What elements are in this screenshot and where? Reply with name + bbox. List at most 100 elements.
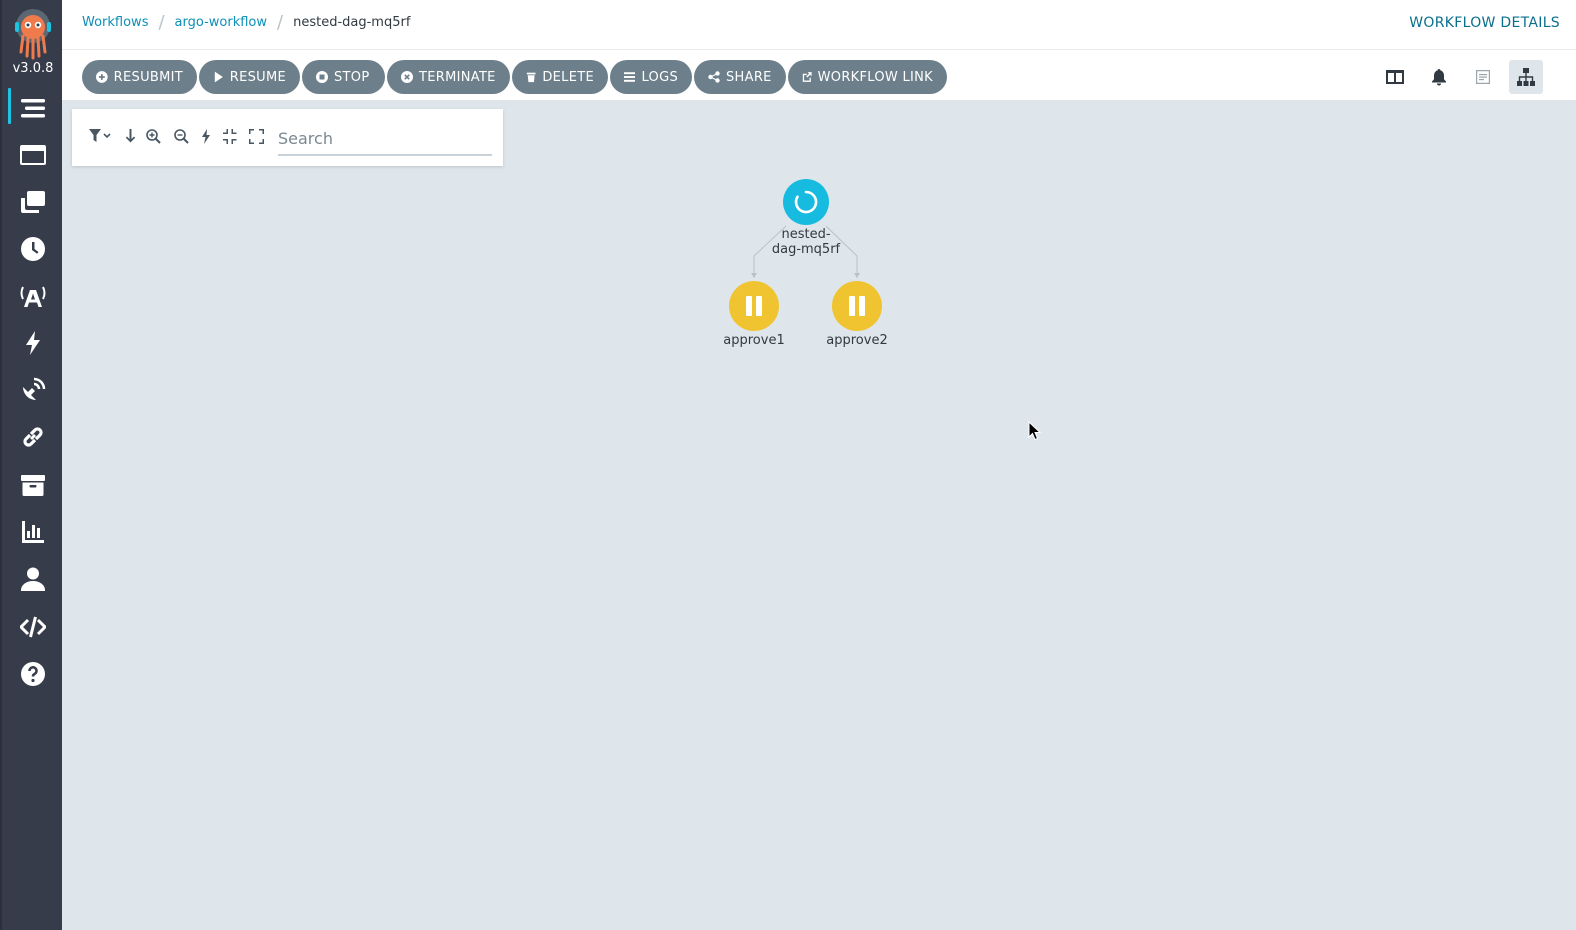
fast-render-button[interactable] <box>197 127 215 145</box>
logs-label: LOGS <box>641 69 678 85</box>
sidebar-item-reports[interactable] <box>2 510 64 554</box>
node-approve1-label: approve1 <box>723 333 785 348</box>
edge-arrow <box>854 273 860 278</box>
spinner-icon <box>794 190 818 214</box>
filter-dropdown-button[interactable] <box>89 127 115 145</box>
columns-view-button[interactable] <box>1378 60 1412 94</box>
events-view-button[interactable] <box>1422 60 1456 94</box>
pause-icon <box>746 296 762 316</box>
sidebar-item-user[interactable] <box>2 557 64 601</box>
summary-view-button[interactable] <box>1466 60 1500 94</box>
filter-icon <box>89 128 111 142</box>
sidebar-item-api-docs[interactable] <box>2 605 64 649</box>
node-root-label-line2: dag-mq5rf <box>771 242 841 257</box>
sidebar-item-sensors[interactable] <box>2 321 64 365</box>
node-root-label: nested- dag-mq5rf <box>756 227 856 257</box>
sidebar-item-archived-workflows[interactable] <box>2 463 64 507</box>
question-circle-icon <box>21 662 45 686</box>
bars-icon <box>624 72 636 82</box>
times-circle-icon <box>401 71 413 83</box>
breadcrumb-current: nested-dag-mq5rf <box>293 15 411 30</box>
link-icon <box>23 427 43 447</box>
stop-circle-icon <box>316 71 328 83</box>
columns-icon <box>1386 70 1404 84</box>
share-alt-icon <box>708 71 720 83</box>
workflow-link-label: WORKFLOW LINK <box>817 69 933 85</box>
sidebar-item-workflows[interactable] <box>2 86 64 130</box>
graph-view-button[interactable] <box>1509 60 1543 94</box>
mouse-cursor-icon <box>1028 421 1042 441</box>
pause-icon <box>849 296 865 316</box>
sitemap-icon <box>1517 68 1535 86</box>
terminate-label: TERMINATE <box>419 69 496 85</box>
node-approve2-label: approve2 <box>826 333 888 348</box>
workflow-link-button[interactable]: WORKFLOW LINK <box>788 60 947 94</box>
delete-button[interactable]: DELETE <box>512 60 608 94</box>
sidebar-item-event-flow[interactable] <box>2 368 64 412</box>
expand-button[interactable] <box>247 127 265 145</box>
action-toolbar: RESUBMIT RESUME STOP TERMINATE DELETE LO… <box>62 50 1576 100</box>
stop-button[interactable]: STOP <box>302 60 385 94</box>
workflow-graph[interactable]: nested- dag-mq5rf approve1 approve2 <box>62 100 1576 930</box>
summary-icon <box>1476 70 1490 84</box>
top-bar: Workflows / argo-workflow / nested-dag-m… <box>62 0 1576 50</box>
zoom-in-button[interactable] <box>144 127 162 145</box>
chart-bar-icon <box>22 521 44 543</box>
edge-arrow <box>751 273 757 278</box>
satellite-dish-icon <box>23 377 46 400</box>
node-approve2[interactable] <box>832 281 882 331</box>
sidebar-item-event-sources[interactable] <box>2 274 64 318</box>
code-icon <box>20 616 46 638</box>
trash-icon <box>526 72 536 83</box>
collapse-button[interactable] <box>221 127 239 145</box>
bolt-icon <box>26 331 40 355</box>
stream-icon <box>21 99 45 118</box>
delete-label: DELETE <box>542 69 594 85</box>
clock-icon <box>21 237 45 261</box>
graph-search-input[interactable] <box>278 123 492 156</box>
resume-button[interactable]: RESUME <box>199 60 300 94</box>
breadcrumb-namespace[interactable]: argo-workflow <box>175 15 267 30</box>
breadcrumb-separator: / <box>277 11 284 33</box>
sidebar-item-cluster-workflow-templates[interactable] <box>2 180 64 224</box>
argo-logo[interactable] <box>13 6 53 60</box>
graph-edges <box>751 225 860 278</box>
expand-icon <box>248 128 264 144</box>
sidebar-item-event-bus[interactable] <box>2 415 64 459</box>
zoom-in-icon <box>145 128 161 144</box>
stop-label: STOP <box>334 69 370 85</box>
version-label: v3.0.8 <box>12 61 54 76</box>
bolt-icon <box>201 128 210 144</box>
direction-button[interactable] <box>121 127 139 145</box>
graph-controls-panel <box>72 109 503 166</box>
clone-icon <box>21 191 45 213</box>
sidebar-item-workflow-templates[interactable] <box>2 133 64 177</box>
arrow-down-icon <box>125 128 135 142</box>
sidebar-item-help[interactable] <box>2 652 64 696</box>
logs-button[interactable]: LOGS <box>610 60 692 94</box>
sidebar-item-cron-workflows[interactable] <box>2 227 64 271</box>
share-button[interactable]: SHARE <box>694 60 786 94</box>
breadcrumb: Workflows / argo-workflow / nested-dag-m… <box>82 11 411 33</box>
broadcast-icon <box>20 286 46 307</box>
node-approve1[interactable] <box>729 281 779 331</box>
archive-icon <box>21 475 45 496</box>
node-root[interactable] <box>783 179 829 225</box>
sidebar: v3.0.8 <box>0 0 62 930</box>
terminate-button[interactable]: TERMINATE <box>387 60 510 94</box>
resubmit-button[interactable]: RESUBMIT <box>82 60 197 94</box>
zoom-out-button[interactable] <box>172 127 190 145</box>
plus-circle-icon <box>96 71 108 83</box>
breadcrumb-separator: / <box>158 11 165 33</box>
compress-icon <box>222 128 236 144</box>
node-root-label-line1: nested- <box>781 227 831 242</box>
resubmit-label: RESUBMIT <box>113 69 183 85</box>
share-label: SHARE <box>726 69 772 85</box>
external-link-icon <box>802 72 812 82</box>
breadcrumb-workflows[interactable]: Workflows <box>82 15 148 30</box>
bell-icon <box>1432 69 1446 86</box>
page-title: WORKFLOW DETAILS <box>1409 15 1560 31</box>
user-icon <box>21 567 45 591</box>
window-icon <box>20 145 46 165</box>
zoom-out-icon <box>173 128 189 144</box>
